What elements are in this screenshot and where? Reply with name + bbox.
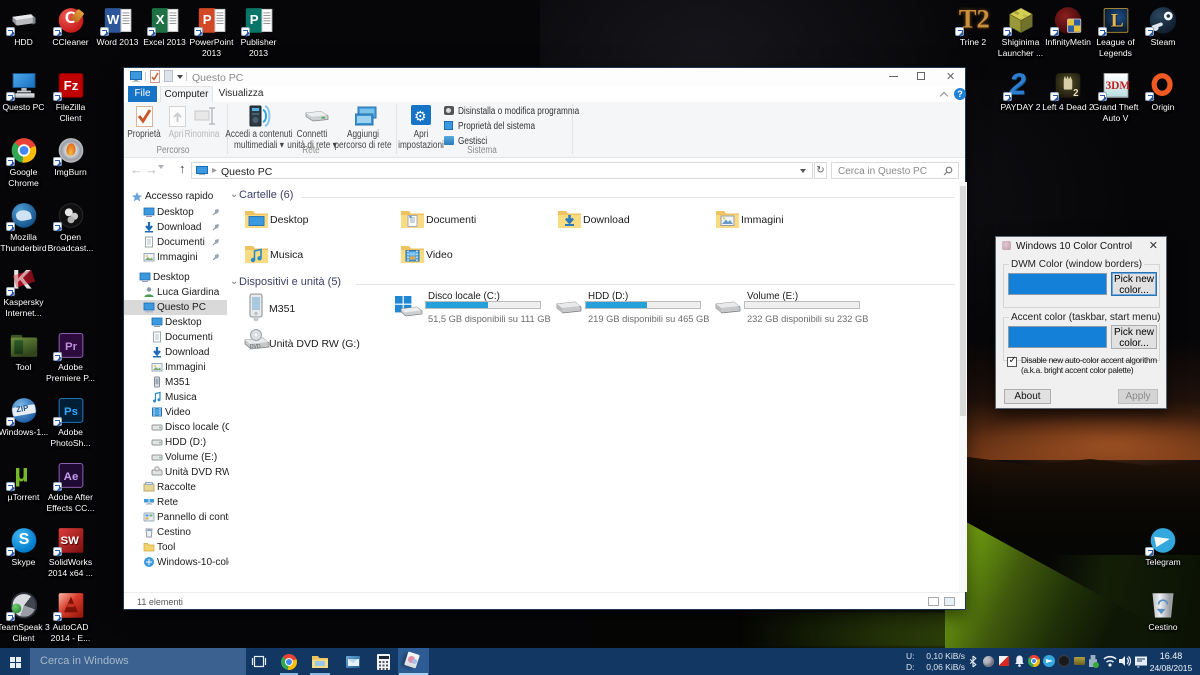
svg-text:DVD: DVD [250, 344, 261, 350]
